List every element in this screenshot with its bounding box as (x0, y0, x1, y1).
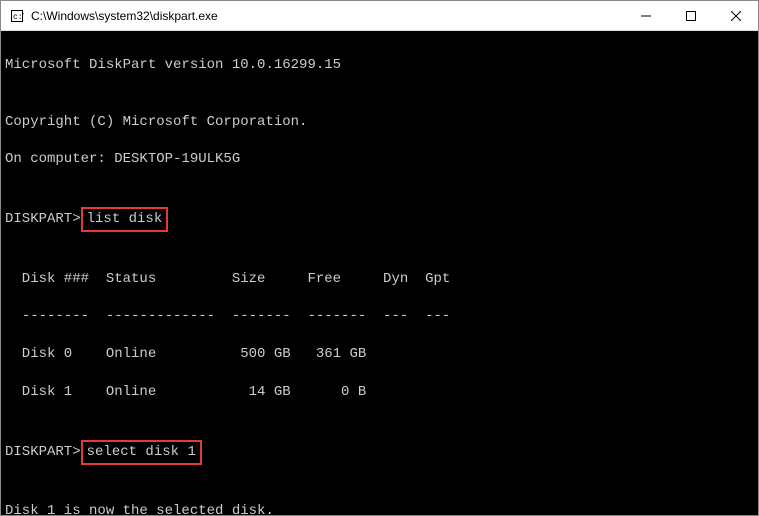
command-list-disk: list disk (81, 207, 169, 232)
disk-table-row: Disk 0 Online 500 GB 361 GB (5, 345, 754, 364)
prompt: DISKPART> (5, 443, 81, 462)
copyright-line: Copyright (C) Microsoft Corporation. (5, 113, 754, 132)
selected-disk-msg: Disk 1 is now the selected disk. (5, 502, 754, 515)
titlebar: c:\ C:\Windows\system32\diskpart.exe (1, 1, 758, 31)
app-window: c:\ C:\Windows\system32\diskpart.exe Mic… (0, 0, 759, 516)
disk-table-header: Disk ### Status Size Free Dyn Gpt (5, 270, 754, 289)
computer-line: On computer: DESKTOP-19ULK5G (5, 150, 754, 169)
version-line: Microsoft DiskPart version 10.0.16299.15 (5, 56, 754, 75)
maximize-button[interactable] (668, 1, 713, 30)
command-select-disk: select disk 1 (81, 440, 202, 465)
close-button[interactable] (713, 1, 758, 30)
window-title: C:\Windows\system32\diskpart.exe (31, 9, 623, 23)
prompt-line: DISKPART> select disk 1 (5, 440, 754, 465)
disk-table-row: Disk 1 Online 14 GB 0 B (5, 383, 754, 402)
disk-table-divider: -------- ------------- ------- ------- -… (5, 307, 754, 326)
window-controls (623, 1, 758, 30)
app-icon: c:\ (9, 8, 25, 24)
svg-text:c:\: c:\ (13, 13, 24, 22)
prompt-line: DISKPART> list disk (5, 207, 754, 232)
prompt: DISKPART> (5, 210, 81, 229)
terminal-output[interactable]: Microsoft DiskPart version 10.0.16299.15… (1, 31, 758, 515)
minimize-button[interactable] (623, 1, 668, 30)
